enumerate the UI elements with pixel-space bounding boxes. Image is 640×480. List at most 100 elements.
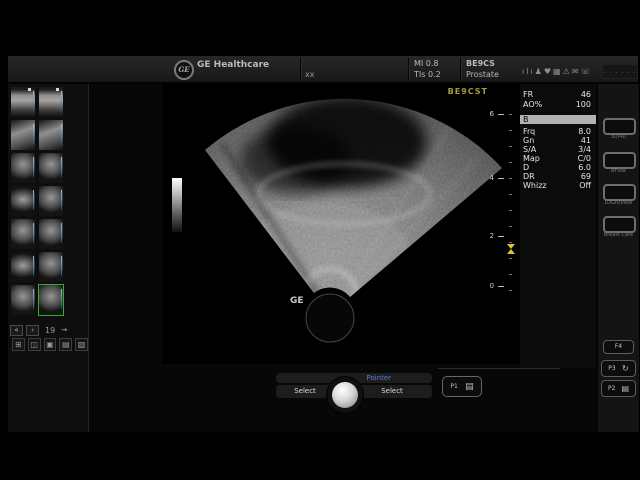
thumbnail[interactable] (11, 186, 35, 216)
fr-label: FR (523, 90, 533, 99)
depth-label: 6 (484, 110, 494, 118)
p3-button[interactable]: P3 ↻ (601, 360, 636, 377)
divider (300, 58, 301, 80)
divider (460, 58, 461, 80)
f4-button[interactable]: F4 (603, 340, 634, 354)
thumbnail[interactable] (11, 87, 35, 117)
thumbnail[interactable] (11, 219, 35, 249)
depth-param-value: 6.0 (578, 163, 591, 172)
transfer-icon[interactable]: ▧ (75, 338, 88, 351)
thumbnail[interactable] (39, 120, 63, 150)
ao-value: 100 (576, 100, 591, 109)
parameter-panel: FR 46 AO% 100 B Frq 8.0 Gn 41 S/A 3/4 Ma… (520, 84, 596, 368)
depth-tick (498, 114, 504, 115)
sa-value: 3/4 (578, 145, 591, 154)
pointer-mode-label: Pointer (366, 374, 391, 382)
ao-label: AO% (523, 100, 542, 109)
clipboard-pager: « ‹ 19 → (10, 324, 86, 336)
softkey-3d4d-label: 3D/4D (598, 134, 639, 140)
thumbnail[interactable] (39, 87, 63, 117)
page-number: 19 (45, 326, 55, 335)
print-store-icon: ▤ (465, 382, 474, 392)
mode-b-row[interactable]: B (520, 115, 596, 124)
softkey-bflow-button[interactable] (603, 152, 636, 169)
thumbnail[interactable] (39, 153, 63, 183)
sa-label: S/A (523, 145, 536, 154)
right-select-button[interactable]: Select (352, 385, 432, 398)
p2-button[interactable]: P2 ▤ (601, 380, 636, 397)
print-icon[interactable]: ▤ (59, 338, 72, 351)
tis-value: TIs 0.2 (414, 70, 441, 79)
dr-label: DR (523, 172, 535, 181)
depth-label: 4 (484, 174, 494, 182)
ge-probe-mark: GE (290, 296, 304, 306)
trackball[interactable] (332, 382, 358, 408)
grid-layout-icon[interactable]: ⊞ (12, 338, 25, 351)
p1-button[interactable]: P1 ▤ (442, 376, 482, 397)
fr-value: 46 (581, 90, 591, 99)
map-value: C/0 (578, 154, 591, 163)
status-icon-tray: ılı♟♥▦⚠✉☏ (522, 67, 600, 76)
title-bar: GE GE Healthcare xx MI 0.8 TIs 0.2 BE9CS… (8, 56, 638, 83)
p1-label: P1 (450, 383, 457, 390)
brand-label: GE Healthcare (197, 60, 269, 70)
preset-name: Prostate (466, 70, 499, 79)
depth-label: 0 (484, 282, 494, 290)
ge-logo-icon: GE (174, 60, 194, 80)
thumbnail-selected[interactable] (39, 285, 63, 315)
depth-tick (498, 178, 504, 179)
thumbnail[interactable] (11, 153, 35, 183)
frq-label: Frq (523, 127, 535, 136)
focus-marker-icon (507, 249, 515, 254)
heart-icon: ♥ (544, 67, 553, 76)
ultrasound-screen: GE GE Healthcare xx MI 0.8 TIs 0.2 BE9CS… (8, 56, 638, 432)
whizz-value: Off (579, 181, 591, 190)
clipboard-toolbar: ⊞ ◫ ▣ ▤ ▧ (12, 338, 88, 351)
clipboard-panel: « ‹ 19 → ⊞ ◫ ▣ ▤ ▧ (8, 84, 88, 432)
softkey-logiqview-button[interactable] (603, 184, 636, 201)
menu-dots-handle[interactable]: . . . . . . (602, 64, 638, 79)
softkey-bflow-label: BFlow (598, 168, 639, 174)
monitor-icon: ▦ (553, 67, 563, 76)
thumbnail[interactable] (39, 252, 63, 282)
depth-tick (498, 286, 504, 287)
first-page-button[interactable]: « (10, 325, 23, 336)
next-page-button[interactable]: → (61, 326, 67, 334)
panel-divider (88, 84, 89, 432)
signal-icon: ılı (522, 67, 535, 76)
save-icon[interactable]: ▣ (44, 338, 57, 351)
depth-tick (498, 236, 504, 237)
grayscale-bar (172, 178, 182, 232)
thumbnail[interactable] (11, 285, 35, 315)
gn-label: Gn (523, 136, 534, 145)
compare-icon[interactable]: ◫ (28, 338, 41, 351)
prev-page-button[interactable]: ‹ (26, 325, 39, 336)
dr-value: 69 (581, 172, 591, 181)
p3-label: P3 (608, 365, 615, 372)
panel-divider (438, 368, 560, 369)
softkey-3d4d-button[interactable] (603, 118, 636, 135)
phone-icon: ☏ (580, 67, 592, 76)
thumbnail[interactable] (11, 252, 35, 282)
thumbnail[interactable] (39, 186, 63, 216)
softkey-logiqview-label: LOGIQView (598, 200, 639, 206)
depth-label: 2 (484, 232, 494, 240)
patient-field: xx (305, 70, 314, 79)
whizz-label: Whizz (523, 181, 547, 190)
map-label: Map (523, 154, 540, 163)
scan-area[interactable]: GE BE9CST 6 4 2 0 (162, 84, 520, 364)
probe-orientation-label: BE9CST (448, 87, 488, 96)
left-select-button[interactable]: Select (276, 385, 334, 398)
probe-name: BE9CS (466, 59, 495, 68)
divider (408, 58, 409, 80)
frq-value: 8.0 (578, 127, 591, 136)
ultrasound-fan-image: GE (162, 84, 520, 364)
alert-icon: ⚠ (563, 67, 572, 76)
thumbnail-grid (10, 86, 64, 316)
depth-param-label: D (523, 163, 529, 172)
softkey-breastcare-button[interactable] (603, 216, 636, 233)
thumbnail[interactable] (39, 219, 63, 249)
refresh-icon: ↻ (622, 364, 629, 373)
thumbnail[interactable] (11, 120, 35, 150)
mi-value: MI 0.8 (414, 59, 439, 68)
